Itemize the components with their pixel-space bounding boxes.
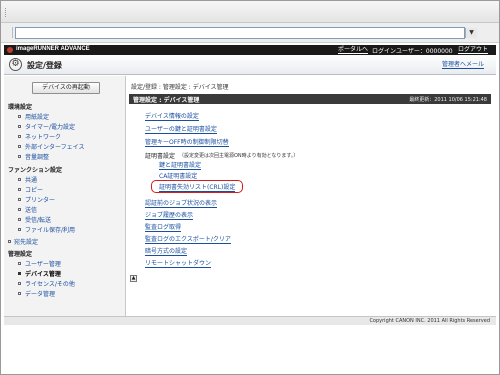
sidebar-item-label: プリンター (25, 197, 56, 204)
bullet-icon (18, 218, 21, 221)
mail-admin-link[interactable]: 管理者へメール (442, 61, 485, 69)
address-dropdown-button[interactable]: ▼ (465, 28, 477, 38)
sidebar-item-label: ユーザー管理 (25, 261, 61, 268)
sidebar-item-label: 送信 (25, 207, 38, 214)
bullet-icon (18, 198, 21, 201)
job-history-link[interactable]: ジョブ履歴の表示 (145, 212, 194, 220)
sidebar-item-common[interactable]: 共通 (18, 175, 37, 184)
remote-shutdown-link[interactable]: リモートシャットダウン (145, 260, 212, 268)
bullet-icon (18, 292, 21, 295)
user-key-cert-link[interactable]: ユーザーの鍵と証明書設定 (145, 126, 217, 134)
section-title: 管理設定 : デバイス管理 (133, 97, 200, 104)
sidebar-item-volume[interactable]: 音量調整 (18, 152, 49, 161)
sidebar-item-license[interactable]: ライセンス/その他 (18, 279, 75, 288)
sidebar-item-label: 受信/転送 (25, 217, 52, 224)
page-title-bar: ⚙ 設定/登録 管理者へメール (4, 55, 496, 75)
sidebar-item-label: コピー (25, 187, 44, 194)
cert-settings-note: （設定変更は次回主電源ON時より有効となります。） (179, 153, 299, 159)
sidebar-item-user-management[interactable]: ユーザー管理 (18, 259, 61, 268)
address-label (5, 27, 13, 38)
brand-name: imageRUNNER ADVANCE (16, 46, 90, 52)
canon-logo-icon (7, 47, 13, 53)
bullet-icon (18, 135, 21, 138)
breadcrumb: 設定/登録 : 管理設定 : デバイス管理 (131, 84, 229, 91)
main-content: 設定/登録 : 管理設定 : デバイス管理 管理設定 : デバイス管理 最終更新… (127, 76, 496, 316)
sidebar-item-device-management[interactable]: デバイス管理 (18, 269, 61, 278)
sidebar-item-printer[interactable]: プリンター (18, 195, 55, 204)
bullet-icon (18, 262, 21, 265)
sidebar-heading-management: 管理設定 (8, 251, 33, 258)
sidebar-item-destination[interactable]: 宛先設定 (8, 237, 38, 246)
toolbar-grip[interactable] (5, 8, 8, 17)
app-window: ▼ imageRUNNER ADVANCE ポータルへ ログインユーザー：000… (0, 0, 500, 375)
sidebar-item-receive[interactable]: 受信/転送 (18, 215, 51, 224)
brand-bar: imageRUNNER ADVANCE ポータルへ ログインユーザー：00000… (4, 45, 496, 55)
bullet-icon (18, 272, 21, 275)
audit-log-link[interactable]: 監査ログ取得 (145, 224, 182, 232)
sidebar-item-paper[interactable]: 用紙設定 (18, 112, 49, 121)
bullet-icon (8, 240, 11, 243)
sidebar-item-file-storage[interactable]: ファイル保存/利用 (18, 225, 75, 234)
last-updated: 最終更新：2011 10/06 15:21:48 (409, 97, 487, 103)
sidebar: デバイスの再起動 環境設定 用紙設定 タイマー/電力設定 ネットワーク 外部イン… (4, 76, 126, 316)
settings-gear-icon: ⚙ (9, 58, 22, 71)
login-user-info: ログインユーザー：0000000 (372, 48, 453, 55)
restart-device-button[interactable]: デバイスの再起動 (32, 82, 100, 94)
address-bar-row: ▼ (1, 23, 499, 43)
portal-link[interactable]: ポータルへ (338, 46, 369, 54)
bullet-icon (18, 208, 21, 211)
encryption-link[interactable]: 暗号方式の設定 (145, 248, 188, 256)
bullet-icon (18, 282, 21, 285)
sidebar-item-label: ネットワーク (25, 134, 62, 141)
sidebar-item-timer[interactable]: タイマー/電力設定 (18, 122, 75, 131)
copyright: Copyright CANON INC. 2011 All Rights Res… (369, 318, 490, 324)
sidebar-item-label: 外部インターフェイス (25, 144, 85, 151)
sidebar-item-copy[interactable]: コピー (18, 185, 43, 194)
page-title: 設定/登録 (27, 61, 62, 70)
sidebar-item-send[interactable]: 送信 (18, 205, 37, 214)
sidebar-heading-environment: 環境設定 (8, 104, 33, 111)
footer: Copyright CANON INC. 2011 All Rights Res… (4, 316, 496, 325)
bullet-icon (18, 125, 21, 128)
bullet-icon (18, 155, 21, 158)
logout-link[interactable]: ログアウト (458, 46, 489, 54)
address-input[interactable]: ▼ (15, 27, 477, 39)
sidebar-item-label: 用紙設定 (25, 114, 50, 121)
bullet-icon (18, 178, 21, 181)
sidebar-item-label: 宛先設定 (14, 239, 39, 246)
audit-export-link[interactable]: 監査ログのエクスポート/クリア (145, 236, 231, 244)
sidebar-heading-function: ファンクション設定 (8, 167, 63, 174)
admin-off-control-link[interactable]: 管理キーOFF時の制御制限切替 (145, 139, 229, 147)
key-cert-link[interactable]: 鍵と証明書設定 (159, 162, 202, 170)
bullet-icon (18, 188, 21, 191)
sidebar-item-network[interactable]: ネットワーク (18, 132, 61, 141)
scroll-to-top-icon[interactable]: ▲ (130, 275, 137, 282)
sidebar-item-label: デバイス管理 (25, 271, 61, 278)
job-status-link[interactable]: 認証前のジョブ状況の表示 (145, 200, 218, 208)
bullet-icon (18, 115, 21, 118)
sidebar-item-label: データ管理 (25, 291, 56, 298)
browser-toolbar (1, 1, 499, 23)
section-header: 管理設定 : デバイス管理 最終更新：2011 10/06 15:21:48 (129, 94, 491, 104)
sidebar-item-label: ライセンス/その他 (25, 281, 75, 288)
device-info-link[interactable]: デバイス情報の設定 (145, 113, 199, 121)
sidebar-item-label: ファイル保存/利用 (25, 227, 76, 234)
sidebar-item-interface[interactable]: 外部インターフェイス (18, 142, 84, 151)
sidebar-item-data-management[interactable]: データ管理 (18, 289, 55, 298)
bullet-icon (18, 228, 21, 231)
sidebar-item-label: タイマー/電力設定 (25, 124, 76, 131)
bullet-icon (18, 145, 21, 148)
sidebar-item-label: 共通 (25, 177, 38, 184)
crl-settings-link[interactable]: 証明書失効リスト(CRL)設定 (159, 184, 236, 192)
sidebar-item-label: 音量調整 (25, 154, 50, 161)
cert-settings-label: 証明書設定 (145, 153, 176, 160)
